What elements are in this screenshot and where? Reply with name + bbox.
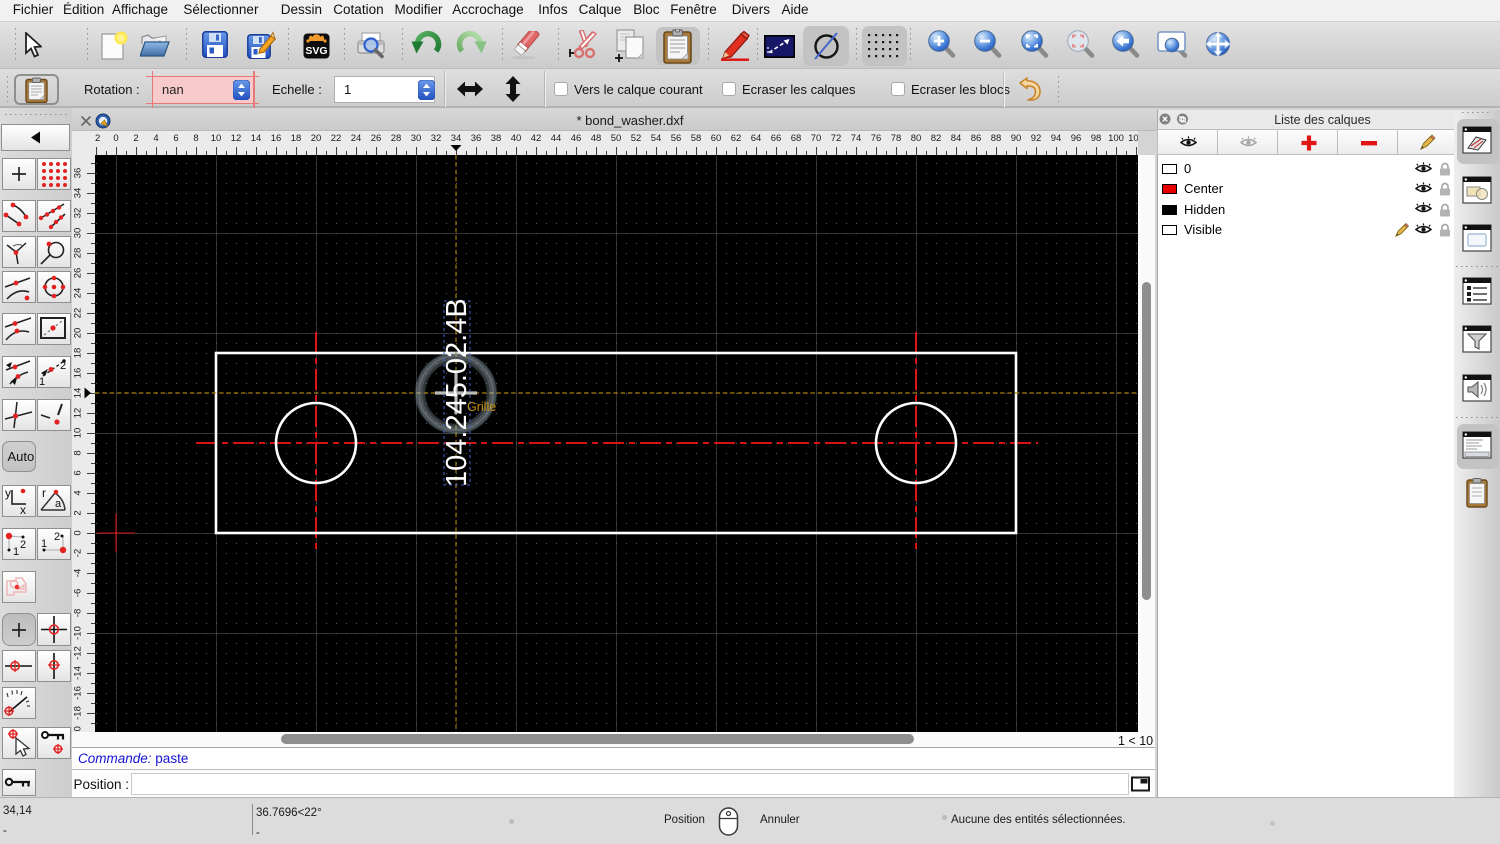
- svg-text:-14: -14: [73, 666, 84, 680]
- svg-text:46: 46: [571, 133, 582, 144]
- svg-text:20: 20: [311, 133, 322, 144]
- svg-text:96: 96: [1071, 133, 1082, 144]
- svg-text:52: 52: [631, 133, 642, 144]
- svg-text:86: 86: [971, 133, 982, 144]
- svg-text:92: 92: [1031, 133, 1042, 144]
- svg-text:32: 32: [73, 208, 84, 219]
- svg-text:-10: -10: [73, 626, 84, 640]
- svg-text:0: 0: [113, 133, 118, 144]
- svg-text:2: 2: [60, 360, 66, 372]
- svg-text:16: 16: [73, 368, 84, 379]
- svg-text:2: 2: [20, 539, 26, 551]
- svg-text:38: 38: [491, 133, 502, 144]
- svg-text:58: 58: [691, 133, 702, 144]
- svg-text:94: 94: [1051, 133, 1062, 144]
- svg-text:34: 34: [451, 133, 462, 144]
- svg-text:74: 74: [851, 133, 862, 144]
- svg-text:18: 18: [73, 348, 84, 359]
- svg-text:104.245.02.4B: 104.245.02.4B: [441, 298, 473, 487]
- svg-text:14: 14: [251, 133, 262, 144]
- svg-text:16: 16: [271, 133, 282, 144]
- svg-text:100: 100: [1108, 133, 1124, 144]
- svg-text:56: 56: [671, 133, 682, 144]
- svg-text:4: 4: [153, 133, 158, 144]
- svg-text:8: 8: [73, 450, 84, 455]
- svg-text:2: 2: [54, 531, 60, 543]
- svg-text:-6: -6: [73, 589, 84, 597]
- svg-text:42: 42: [531, 133, 542, 144]
- svg-text:72: 72: [831, 133, 842, 144]
- svg-text:2: 2: [73, 510, 84, 515]
- svg-text:76: 76: [871, 133, 882, 144]
- svg-text:y: y: [5, 486, 11, 500]
- svg-text:22: 22: [331, 133, 342, 144]
- svg-text:62: 62: [731, 133, 742, 144]
- svg-text:48: 48: [591, 133, 602, 144]
- svg-text:90: 90: [1011, 133, 1022, 144]
- svg-text:78: 78: [891, 133, 902, 144]
- svg-text:18: 18: [291, 133, 302, 144]
- svg-text:10: 10: [73, 428, 84, 439]
- svg-text:Grille: Grille: [467, 400, 496, 414]
- svg-text:22: 22: [73, 308, 84, 319]
- svg-text:1: 1: [39, 376, 45, 387]
- svg-text:28: 28: [73, 248, 84, 259]
- svg-text:26: 26: [371, 133, 382, 144]
- svg-text:28: 28: [391, 133, 402, 144]
- svg-text:50: 50: [611, 133, 622, 144]
- svg-text:a: a: [55, 498, 62, 510]
- svg-text:14: 14: [73, 388, 84, 399]
- svg-text:44: 44: [551, 133, 562, 144]
- svg-text:-8: -8: [73, 609, 84, 617]
- svg-text:70: 70: [811, 133, 822, 144]
- svg-text:26: 26: [73, 268, 84, 279]
- svg-text:-12: -12: [73, 646, 84, 660]
- svg-text:SVG: SVG: [305, 45, 327, 57]
- svg-text:82: 82: [931, 133, 942, 144]
- svg-text:88: 88: [991, 133, 1002, 144]
- svg-text:84: 84: [951, 133, 962, 144]
- svg-text:30: 30: [411, 133, 422, 144]
- svg-text:24: 24: [73, 288, 84, 299]
- svg-text:54: 54: [651, 133, 662, 144]
- svg-text:66: 66: [771, 133, 782, 144]
- svg-text:36: 36: [73, 168, 84, 179]
- svg-text:r: r: [42, 486, 46, 500]
- svg-text:24: 24: [351, 133, 362, 144]
- svg-text:64: 64: [751, 133, 762, 144]
- svg-text:6: 6: [73, 470, 84, 475]
- svg-text:1: 1: [41, 538, 47, 550]
- svg-text:40: 40: [511, 133, 522, 144]
- svg-text:12: 12: [73, 408, 84, 419]
- svg-text:60: 60: [711, 133, 722, 144]
- svg-text:0: 0: [73, 530, 84, 535]
- svg-text:4: 4: [73, 490, 84, 495]
- svg-text:10: 10: [211, 133, 222, 144]
- svg-text:1: 1: [13, 546, 19, 558]
- svg-text:30: 30: [73, 228, 84, 239]
- svg-text:80: 80: [911, 133, 922, 144]
- svg-text:36: 36: [471, 133, 482, 144]
- svg-text:-2: -2: [95, 133, 100, 144]
- svg-text:6: 6: [173, 133, 178, 144]
- svg-text:98: 98: [1091, 133, 1102, 144]
- svg-text:2: 2: [133, 133, 138, 144]
- svg-text:12: 12: [231, 133, 242, 144]
- svg-text:-4: -4: [73, 569, 84, 577]
- svg-text:68: 68: [791, 133, 802, 144]
- svg-text:-2: -2: [73, 549, 84, 557]
- svg-text:-16: -16: [73, 686, 84, 700]
- svg-text:102: 102: [1128, 133, 1138, 144]
- svg-text:x: x: [20, 503, 26, 516]
- svg-text:20: 20: [73, 328, 84, 339]
- svg-text:-18: -18: [73, 706, 84, 720]
- svg-text:8: 8: [193, 133, 198, 144]
- svg-text:32: 32: [431, 133, 442, 144]
- svg-text:34: 34: [73, 188, 84, 199]
